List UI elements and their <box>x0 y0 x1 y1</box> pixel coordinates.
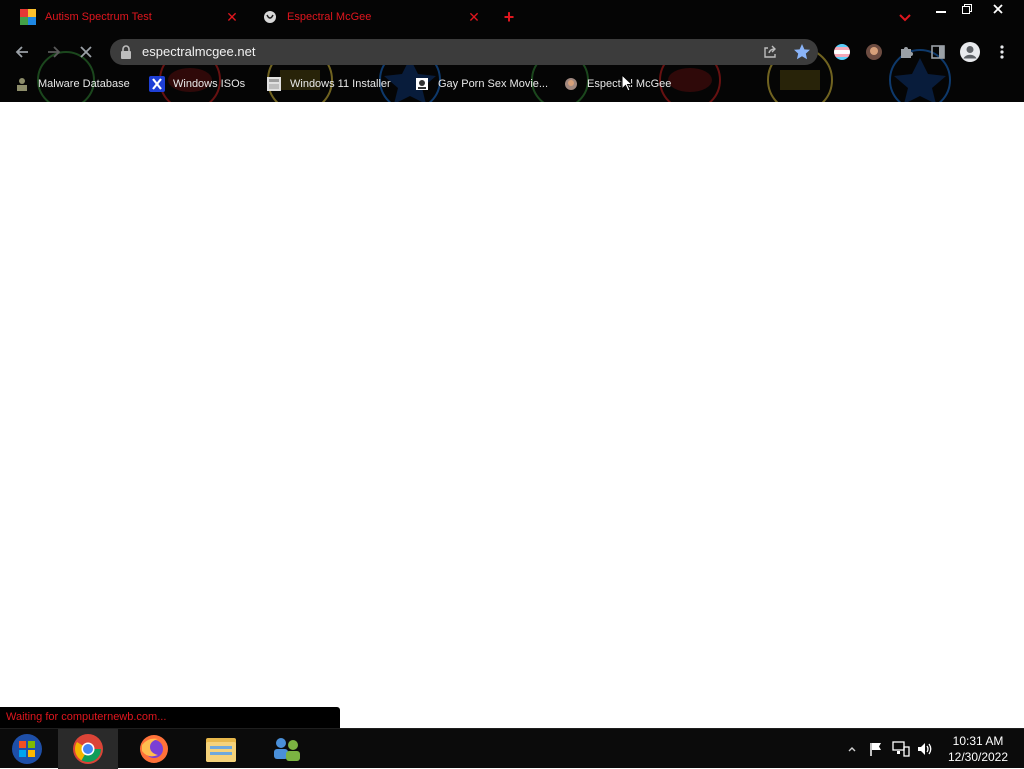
speaker-icon <box>918 743 932 755</box>
tab-autism-spectrum-test[interactable]: Autism Spectrum Test ✕ <box>0 2 248 32</box>
malware-db-icon <box>17 78 27 91</box>
forward-arrow-icon <box>48 46 61 58</box>
tab-espectral-mcgee[interactable]: Espectral McGee ✕ <box>244 2 490 32</box>
back-arrow-icon <box>15 46 28 58</box>
taskbar-firefox[interactable] <box>124 729 184 769</box>
taskbar-chrome[interactable] <box>58 729 118 769</box>
bookmarks-bar: Malware Database Windows ISOs Windows 11… <box>0 70 1024 98</box>
share-icon[interactable] <box>762 44 778 60</box>
extensions-button[interactable] <box>894 40 918 64</box>
bookmark-star-icon[interactable] <box>792 42 812 62</box>
mouse-cursor-icon <box>621 74 633 92</box>
show-hidden-icons-button[interactable] <box>844 729 860 769</box>
tab-title: Espectral McGee <box>287 11 372 23</box>
window-minimize-button[interactable] <box>928 0 954 18</box>
installer-icon <box>267 77 281 91</box>
window-restore-button[interactable] <box>954 0 980 18</box>
page-content <box>0 102 1024 728</box>
tab-title: Autism Spectrum Test <box>45 11 152 23</box>
browser-chrome: Autism Spectrum Test ✕ Espectral McGee ✕… <box>0 0 1024 102</box>
clock-time: 10:31 AM <box>952 734 1004 748</box>
clock-date: 12/30/2022 <box>947 750 1009 764</box>
action-center-flag[interactable] <box>866 729 886 769</box>
bookmark-label: Malware Database <box>38 78 130 90</box>
bookmark-windows-11-installer[interactable]: Windows 11 Installer <box>266 75 391 93</box>
system-clock[interactable]: 10:31 AM 12/30/2022 <box>938 733 1018 765</box>
lock-icon[interactable] <box>120 45 132 59</box>
network-icon <box>892 741 910 757</box>
side-panel-icon <box>931 45 945 59</box>
new-tab-button[interactable]: + <box>500 8 518 26</box>
start-button[interactable] <box>0 729 54 769</box>
flag-icon <box>870 743 881 756</box>
extension-face-icon <box>866 44 882 60</box>
chevron-up-icon <box>848 747 856 752</box>
address-bar[interactable]: espectralmcgee.net <box>110 39 818 65</box>
extension-flag-button[interactable] <box>830 40 854 64</box>
profile-avatar-icon <box>960 42 980 62</box>
start-orb-icon <box>12 734 42 764</box>
bookmark-malware-database[interactable]: Malware Database <box>14 75 130 93</box>
espectral-favicon <box>264 11 276 23</box>
puzzle-piece-icon <box>901 47 913 58</box>
status-bubble: Waiting for computernewb.com... <box>0 707 340 728</box>
espectral-icon <box>565 78 577 90</box>
tab-close-icon[interactable]: ✕ <box>466 9 482 25</box>
chrome-menu-button[interactable] <box>990 40 1014 64</box>
forward-button[interactable] <box>42 40 66 64</box>
extension-avatar-button[interactable] <box>862 40 886 64</box>
bookmark-espectral-mcgee[interactable]: Espectral McGee <box>563 75 671 93</box>
tab-close-icon[interactable]: ✕ <box>224 9 240 25</box>
taskbar-file-explorer[interactable] <box>190 729 252 769</box>
bookmark-windows-isos[interactable]: Windows ISOs <box>149 75 245 93</box>
side-panel-button[interactable] <box>926 40 950 64</box>
pride-flag-icon <box>834 44 850 60</box>
stop-icon <box>80 46 92 58</box>
bookmark-label: Windows 11 Installer <box>290 78 391 90</box>
site-icon <box>416 78 428 90</box>
taskbar-network-app[interactable] <box>256 729 318 769</box>
chrome-icon <box>73 734 103 764</box>
bookmark-site[interactable]: Gay Porn Sex Movie... <box>414 75 548 93</box>
status-text: Waiting for computernewb.com... <box>6 711 167 723</box>
profile-button[interactable] <box>958 40 982 64</box>
stop-loading-button[interactable] <box>74 40 98 64</box>
bookmark-label: Gay Porn Sex Movie... <box>438 78 549 90</box>
firefox-icon <box>140 735 168 763</box>
restore-icon <box>962 4 972 14</box>
kebab-menu-icon <box>1000 45 1004 59</box>
browser-toolbar: espectralmcgee.net <box>0 36 1024 68</box>
window-close-button[interactable] <box>982 0 1014 18</box>
close-icon <box>993 4 1003 14</box>
network-status[interactable] <box>890 729 912 769</box>
volume-control[interactable] <box>914 729 936 769</box>
tab-strip: Autism Spectrum Test ✕ Espectral McGee ✕… <box>0 0 1024 34</box>
url-text[interactable]: espectralmcgee.net <box>142 44 255 59</box>
network-users-icon <box>274 738 300 761</box>
x-logo-icon <box>149 76 165 92</box>
bookmark-label: Windows ISOs <box>173 78 246 90</box>
minimize-icon <box>936 11 946 13</box>
taskbar: 10:31 AM 12/30/2022 <box>0 728 1024 769</box>
tab-search-chevron-icon[interactable] <box>897 9 913 25</box>
folder-icon <box>206 738 236 762</box>
back-button[interactable] <box>10 40 34 64</box>
multicolor-grid-favicon <box>20 9 36 25</box>
